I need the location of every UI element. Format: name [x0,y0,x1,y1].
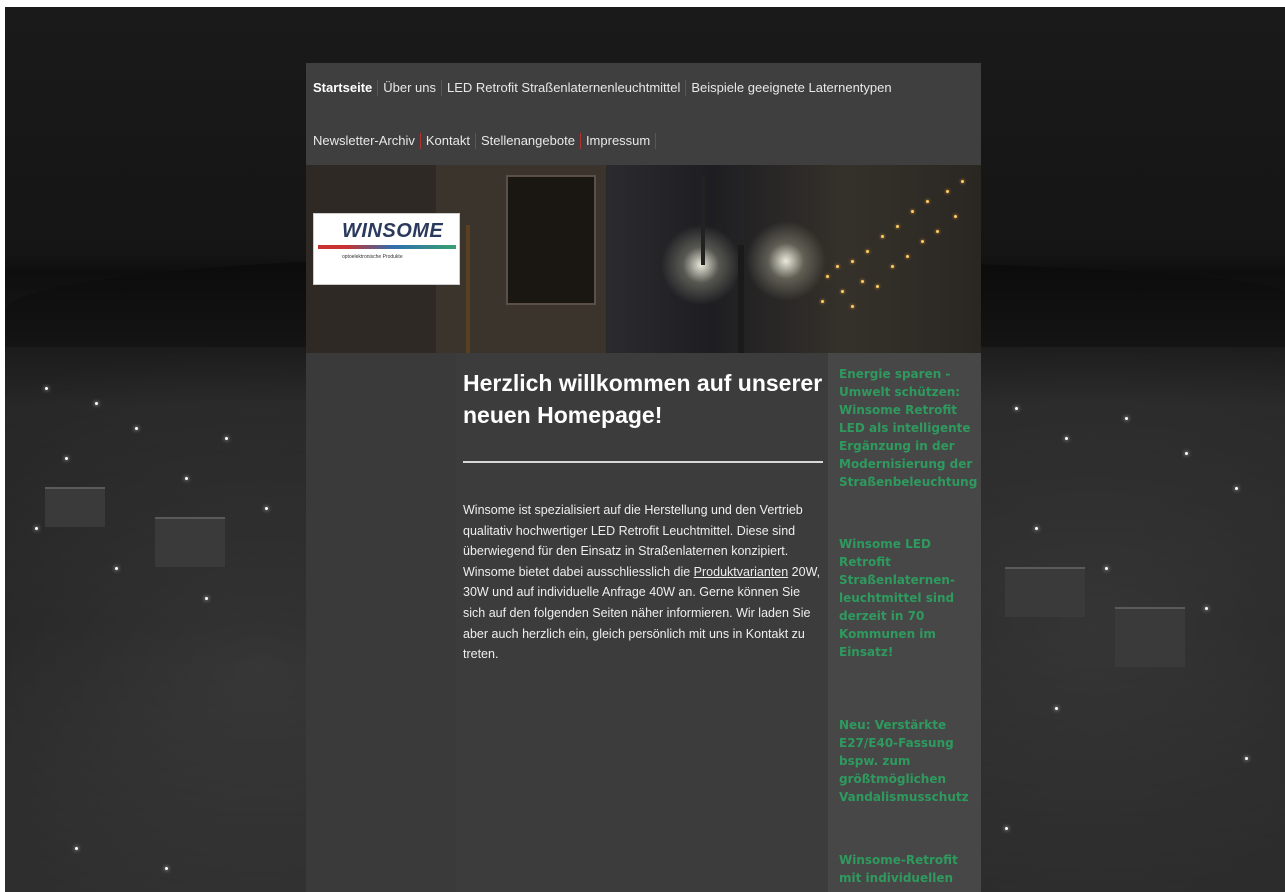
building-window [506,175,596,305]
intro-text-part-2: 20W, 30W und auf individuelle Anfrage 40… [463,564,821,662]
sidebar-item: Winsome LED Retrofit Straßenlaternen-leu… [839,537,955,659]
title-divider [463,461,823,463]
nav-item-beispiele[interactable]: Beispiele geeignete Laternentypen [686,80,896,96]
produktvarianten-link[interactable]: Produktvarianten [694,565,789,579]
background-house [1005,567,1085,617]
sidebar-item: Neu: Verstärkte E27/E40-Fassung bspw. zu… [839,718,969,804]
header-banner-image: WINSOME optoelektronische Produkte [306,165,981,353]
page-title: Herzlich willkommen auf unserer neuen Ho… [463,370,823,428]
background-house [45,487,105,527]
logo-wordmark: WINSOME [342,220,444,242]
background-house [1115,607,1185,667]
nav-row-2: Newsletter-Archiv Kontakt Stellenangebot… [313,133,657,149]
nav-row-1: Startseite Über uns LED Retrofit Straßen… [313,80,897,96]
winsome-logo[interactable]: WINSOME optoelektronische Produkte [313,213,460,285]
nav-item-kontakt[interactable]: Kontakt [421,133,476,149]
lamp-pole [701,175,705,265]
nav-item-stellenangebote[interactable]: Stellenangebote [476,133,581,149]
sidebar-news: Energie sparen - Umwelt schützen: Winsom… [828,353,981,892]
sidebar-item: Energie sparen - Umwelt schützen: Winsom… [839,367,978,489]
main-navigation: Startseite Über uns LED Retrofit Straßen… [306,63,981,165]
intro-paragraph: Winsome ist spezialisiert auf die Herste… [463,500,825,665]
nav-item-startseite[interactable]: Startseite [313,80,379,96]
nav-item-ueber-uns[interactable]: Über uns [378,80,442,96]
page-container: Startseite Über uns LED Retrofit Straßen… [306,63,981,892]
logo-tagline: optoelektronische Produkte [342,254,403,260]
background-house [155,517,225,567]
nav-item-newsletter-archiv[interactable]: Newsletter-Archiv [313,133,421,149]
main-content: Herzlich willkommen auf unserer neuen Ho… [456,353,828,892]
nav-item-led-retrofit[interactable]: LED Retrofit Straßenlaternenleuchtmittel [442,80,687,96]
logo-color-bar [318,245,456,249]
nav-item-impressum[interactable]: Impressum [581,133,657,149]
lamp-pole [466,225,470,353]
lamp-pole [738,245,744,353]
sidebar-item: Winsome-Retrofit mit individuellen [839,853,958,885]
left-column [306,353,456,892]
